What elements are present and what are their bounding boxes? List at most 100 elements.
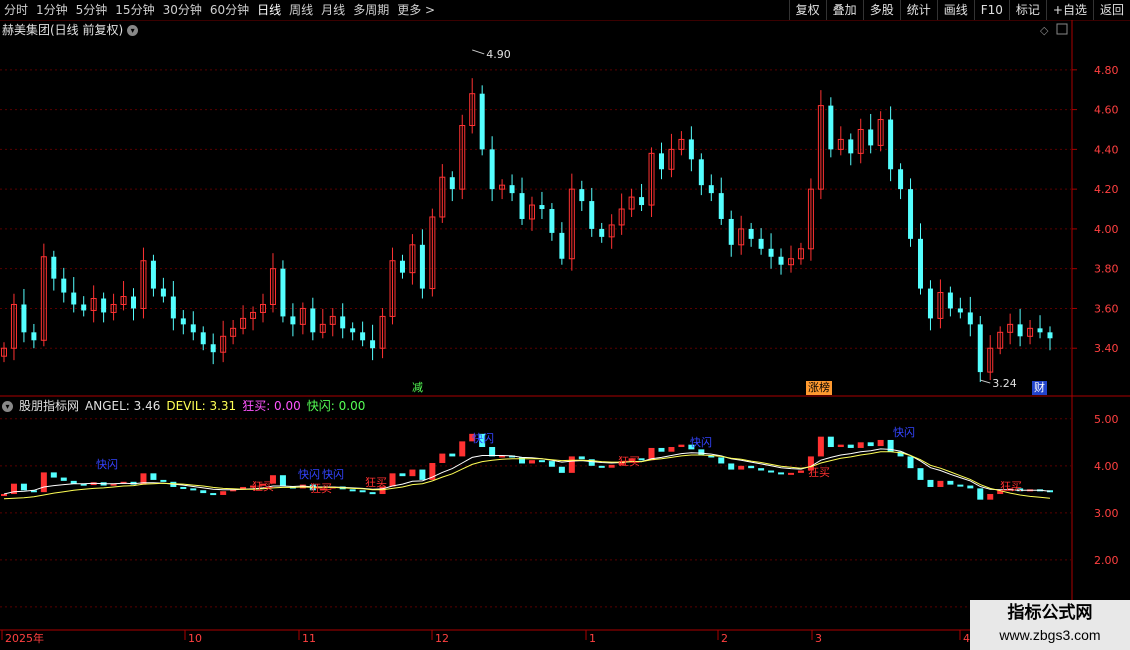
tag-kuangmai: 狂买 [618,455,640,468]
candle-body [340,316,346,329]
candle-body [399,260,405,273]
indicator-bar [768,470,775,473]
indicator-bar [409,469,416,477]
indicator-bar [578,456,585,460]
indicator-bar [728,463,735,470]
candle-body [599,228,605,237]
diamond-icon[interactable]: ◇ [1040,24,1049,37]
tag-kuaishan: 快闪 [96,457,118,471]
tag-kuaishan: 快闪 [298,467,320,481]
main-ytick-label: 4.80 [1094,64,1119,77]
candle-body [170,296,176,319]
xtick-label: 11 [302,632,316,645]
xtick-label: 12 [435,632,449,645]
tag-kuaishan: 快闪 [472,431,494,445]
indicator-bar [279,475,286,487]
candle-body [81,304,87,311]
indicator-bar [787,472,794,475]
xtick-label: 3 [815,632,822,645]
main-ytick-label: 3.80 [1094,263,1119,276]
tag-kuangmai: 狂买 [808,466,830,479]
candle-body [190,324,196,333]
indicator-bar [1,494,7,497]
candle-body [180,318,186,325]
high-label: 4.90 [486,48,511,61]
candle-body [848,139,854,154]
candle-body [898,169,904,190]
indicator-bar [369,492,376,495]
indicator-bar [160,479,167,482]
indicator-bar [817,436,824,457]
indicator-bar [528,460,535,464]
tag-kuangmai: 狂买 [1000,480,1022,493]
indicator-bar [957,484,964,487]
indicator-bar [200,490,207,494]
candle-body [639,197,645,206]
indicator-bar [987,494,994,500]
marker-finance: 财 [1032,381,1047,395]
candle-body [908,189,914,239]
indicator-bar [827,436,834,448]
ind-ytick-label: 2.00 [1094,554,1119,567]
indicator-bar [419,469,426,480]
candle-body [21,304,27,333]
indicator-bar [847,444,854,448]
indicator-bar [190,488,197,491]
candle-body [957,308,963,313]
ind-ytick-label: 3.00 [1094,507,1119,520]
candle-body [419,244,425,289]
indicator-bar [519,457,526,464]
tag-kuaishan: 快闪 [690,435,712,449]
candle-body [688,139,694,160]
main-ytick-label: 3.40 [1094,342,1119,355]
indicator-bar [60,477,67,481]
indicator-bar [459,441,466,457]
candle-body [708,185,714,194]
candle-body [947,292,953,309]
candlestick-series [1,78,1053,383]
candle-body [917,238,923,289]
candle-body [718,193,724,219]
candle-body [768,248,774,257]
ind-ytick-label: 4.00 [1094,460,1119,473]
low-label: 3.24 [992,377,1017,390]
candle-body [1047,332,1053,339]
indicator-bar [937,480,944,487]
indicator-bar [568,456,575,473]
candle-body [748,228,754,239]
indicator-bar [917,468,924,480]
candle-body [31,332,37,341]
main-ytick-label: 4.40 [1094,143,1119,156]
candle-body [210,344,216,353]
tag-kuangmai: 狂买 [310,482,332,495]
devil-line [3,451,1051,500]
window-icon[interactable] [1056,23,1068,35]
tag-kuaishan: 快闪 [893,425,915,439]
marker-limit-up: 涨榜 [806,381,832,395]
indicator-bar [608,464,615,468]
main-ytick-label: 4.00 [1094,223,1119,236]
indicator-bar [867,442,874,447]
candle-body [51,256,57,279]
indicator-series [1,433,1053,500]
candle-body [967,312,973,325]
main-ytick-label: 3.60 [1094,302,1119,315]
candle-body [509,185,515,194]
indicator-bar [718,457,725,464]
candle-body [579,189,585,202]
candle-body [350,328,356,333]
indicator-bar [797,470,804,473]
angel-line [3,448,1051,495]
xtick-label: 1 [589,632,596,645]
indicator-bar [439,453,446,463]
indicator-bar [758,468,765,471]
low-pointer [980,379,991,384]
ind-ytick-label: 5.00 [1094,413,1119,426]
candle-body [778,256,784,265]
candle-body [71,292,77,305]
indicator-bar [389,473,396,487]
xtick-label: 2025年 [5,631,44,645]
indicator-bar [877,439,884,447]
chart-canvas[interactable]: 4.80 4.60 4.40 4.20 4.00 3.80 3.60 3.40 5.00 4.00… [0,0,1130,650]
xtick-label: 4 [963,632,970,645]
